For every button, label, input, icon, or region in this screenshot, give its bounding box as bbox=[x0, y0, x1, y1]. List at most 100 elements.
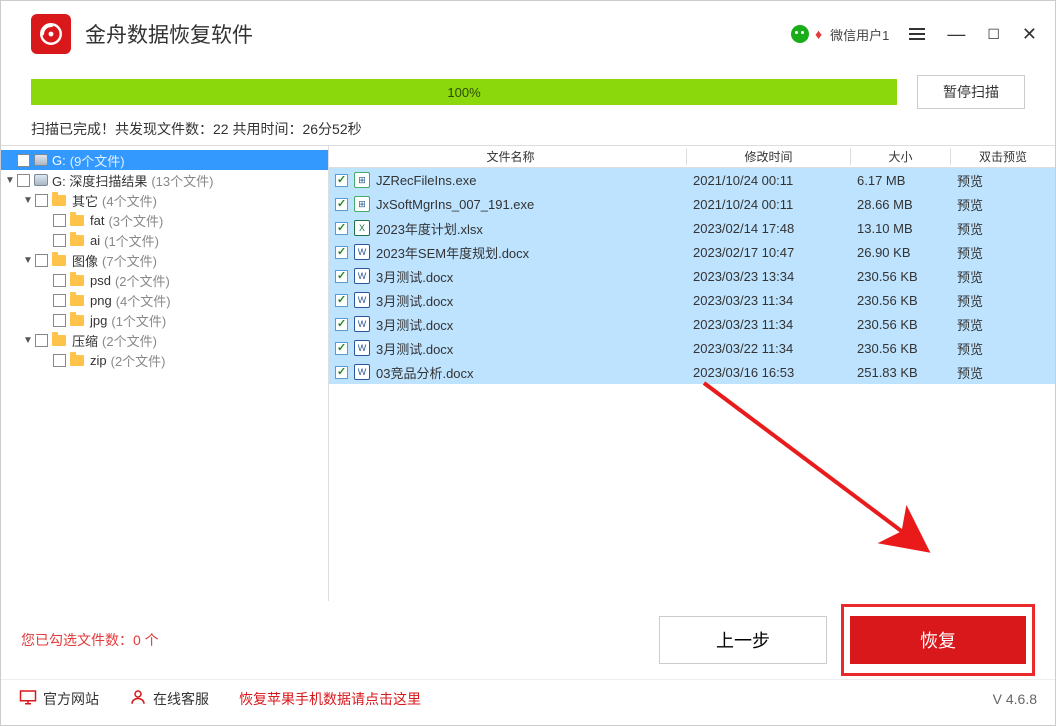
expander-icon[interactable]: ▼ bbox=[23, 195, 35, 206]
preview-link[interactable]: 预览 bbox=[951, 171, 1055, 190]
file-size: 230.56 KB bbox=[851, 269, 951, 284]
file-date: 2023/03/16 16:53 bbox=[687, 365, 851, 380]
column-header-date[interactable]: 修改时间 bbox=[687, 148, 851, 165]
preview-link[interactable]: 预览 bbox=[951, 363, 1055, 382]
table-row[interactable]: ⊞JZRecFileIns.exe2021/10/24 00:116.17 MB… bbox=[329, 168, 1055, 192]
tree-item[interactable]: fat(3个文件) bbox=[1, 210, 328, 230]
official-site-link[interactable]: 官方网站 bbox=[19, 688, 99, 709]
expander-icon[interactable]: ▼ bbox=[23, 255, 35, 266]
row-checkbox[interactable] bbox=[335, 318, 348, 331]
previous-step-button[interactable]: 上一步 bbox=[659, 616, 827, 664]
tree-item[interactable]: zip(2个文件) bbox=[1, 350, 328, 370]
table-row[interactable]: W3月测试.docx2023/03/23 11:34230.56 KB预览 bbox=[329, 312, 1055, 336]
file-name: 3月测试.docx bbox=[376, 315, 453, 334]
table-row[interactable]: W3月测试.docx2023/03/23 11:34230.56 KB预览 bbox=[329, 288, 1055, 312]
preview-link[interactable]: 预览 bbox=[951, 291, 1055, 310]
file-size: 251.83 KB bbox=[851, 365, 951, 380]
file-type-icon: X bbox=[354, 220, 370, 236]
tree-item[interactable]: G: (9个文件) bbox=[1, 150, 328, 170]
table-row[interactable]: W3月测试.docx2023/03/22 11:34230.56 KB预览 bbox=[329, 336, 1055, 360]
tree-item[interactable]: psd(2个文件) bbox=[1, 270, 328, 290]
table-row[interactable]: W03竞品分析.docx2023/03/16 16:53251.83 KB预览 bbox=[329, 360, 1055, 384]
column-header-name[interactable]: 文件名称 bbox=[329, 148, 687, 165]
tree-item[interactable]: ai(1个文件) bbox=[1, 230, 328, 250]
preview-link[interactable]: 预览 bbox=[951, 219, 1055, 238]
tree-checkbox[interactable] bbox=[53, 294, 66, 307]
table-row[interactable]: W2023年SEM年度规划.docx2023/02/17 10:4726.90 … bbox=[329, 240, 1055, 264]
preview-link[interactable]: 预览 bbox=[951, 243, 1055, 262]
file-type-icon: W bbox=[354, 244, 370, 260]
tree-label: G: 深度扫描结果 bbox=[52, 171, 147, 190]
tree-count: (2个文件) bbox=[102, 331, 157, 350]
file-name: 2023年度计划.xlsx bbox=[376, 219, 483, 238]
table-row[interactable]: W3月测试.docx2023/03/23 13:34230.56 KB预览 bbox=[329, 264, 1055, 288]
tree-count: (2个文件) bbox=[115, 271, 170, 290]
row-checkbox[interactable] bbox=[335, 246, 348, 259]
table-row[interactable]: ⊞JxSoftMgrIns_007_191.exe2021/10/24 00:1… bbox=[329, 192, 1055, 216]
tree-count: (4个文件) bbox=[102, 191, 157, 210]
row-checkbox[interactable] bbox=[335, 222, 348, 235]
tree-item[interactable]: ▼图像(7个文件) bbox=[1, 250, 328, 270]
folder-icon bbox=[52, 255, 66, 266]
expander-icon[interactable]: ▼ bbox=[23, 335, 35, 346]
tree-checkbox[interactable] bbox=[53, 234, 66, 247]
tree-count: (9个文件) bbox=[70, 151, 125, 170]
file-type-icon: W bbox=[354, 316, 370, 332]
maximize-button[interactable]: ☐ bbox=[987, 27, 1000, 41]
tree-label: fat bbox=[90, 213, 104, 228]
preview-link[interactable]: 预览 bbox=[951, 315, 1055, 334]
row-checkbox[interactable] bbox=[335, 342, 348, 355]
file-date: 2021/10/24 00:11 bbox=[687, 197, 851, 212]
promo-link[interactable]: 恢复苹果手机数据请点击这里 bbox=[239, 689, 993, 709]
preview-link[interactable]: 预览 bbox=[951, 195, 1055, 214]
tree-item[interactable]: ▼G: 深度扫描结果(13个文件) bbox=[1, 170, 328, 190]
target-icon bbox=[38, 21, 64, 47]
file-name: 3月测试.docx bbox=[376, 339, 453, 358]
row-checkbox[interactable] bbox=[335, 294, 348, 307]
annotation-arrow-icon bbox=[699, 378, 949, 568]
tree-checkbox[interactable] bbox=[35, 254, 48, 267]
row-checkbox[interactable] bbox=[335, 198, 348, 211]
folder-tree[interactable]: G:(9个文件)▼G: 深度扫描结果(13个文件)▼其它(4个文件)fat(3个… bbox=[1, 146, 329, 601]
pause-scan-button[interactable]: 暂停扫描 bbox=[917, 75, 1025, 109]
headset-icon bbox=[129, 688, 147, 709]
tree-item[interactable]: png(4个文件) bbox=[1, 290, 328, 310]
main-area: G:(9个文件)▼G: 深度扫描结果(13个文件)▼其它(4个文件)fat(3个… bbox=[1, 145, 1055, 601]
table-row[interactable]: X2023年度计划.xlsx2023/02/14 17:4813.10 MB预览 bbox=[329, 216, 1055, 240]
tree-checkbox[interactable] bbox=[53, 354, 66, 367]
tree-item[interactable]: ▼其它(4个文件) bbox=[1, 190, 328, 210]
tree-checkbox[interactable] bbox=[53, 214, 66, 227]
column-header-preview[interactable]: 双击预览 bbox=[951, 148, 1055, 165]
row-checkbox[interactable] bbox=[335, 174, 348, 187]
tree-count: (7个文件) bbox=[102, 251, 157, 270]
close-button[interactable]: ✕ bbox=[1022, 25, 1037, 43]
tree-item[interactable]: ▼压缩(2个文件) bbox=[1, 330, 328, 350]
minimize-button[interactable]: — bbox=[947, 25, 965, 43]
tree-label: G: bbox=[52, 153, 66, 168]
expander-icon[interactable]: ▼ bbox=[5, 175, 17, 186]
row-checkbox[interactable] bbox=[335, 270, 348, 283]
menu-button[interactable] bbox=[909, 28, 925, 40]
tree-checkbox[interactable] bbox=[53, 314, 66, 327]
tree-checkbox[interactable] bbox=[17, 174, 30, 187]
folder-icon bbox=[70, 355, 84, 366]
folder-icon bbox=[52, 195, 66, 206]
row-checkbox[interactable] bbox=[335, 366, 348, 379]
tree-item[interactable]: jpg(1个文件) bbox=[1, 310, 328, 330]
wechat-icon bbox=[791, 25, 809, 43]
file-name: 3月测试.docx bbox=[376, 291, 453, 310]
action-bar: 您已勾选文件数：0 个 上一步 恢复 bbox=[1, 601, 1055, 679]
file-type-icon: ⊞ bbox=[354, 172, 370, 188]
recover-button[interactable]: 恢复 bbox=[850, 616, 1026, 664]
preview-link[interactable]: 预览 bbox=[951, 267, 1055, 286]
support-link[interactable]: 在线客服 bbox=[129, 688, 209, 709]
tree-label: zip bbox=[90, 353, 107, 368]
column-header-size[interactable]: 大小 bbox=[851, 148, 951, 165]
scan-status: 扫描已完成！共发现文件数：22 共用时间：26分52秒 bbox=[31, 119, 1025, 139]
user-area[interactable]: ♦ 微信用户1 bbox=[791, 25, 889, 44]
tree-checkbox[interactable] bbox=[35, 194, 48, 207]
tree-checkbox[interactable] bbox=[17, 154, 30, 167]
tree-checkbox[interactable] bbox=[53, 274, 66, 287]
preview-link[interactable]: 预览 bbox=[951, 339, 1055, 358]
tree-checkbox[interactable] bbox=[35, 334, 48, 347]
